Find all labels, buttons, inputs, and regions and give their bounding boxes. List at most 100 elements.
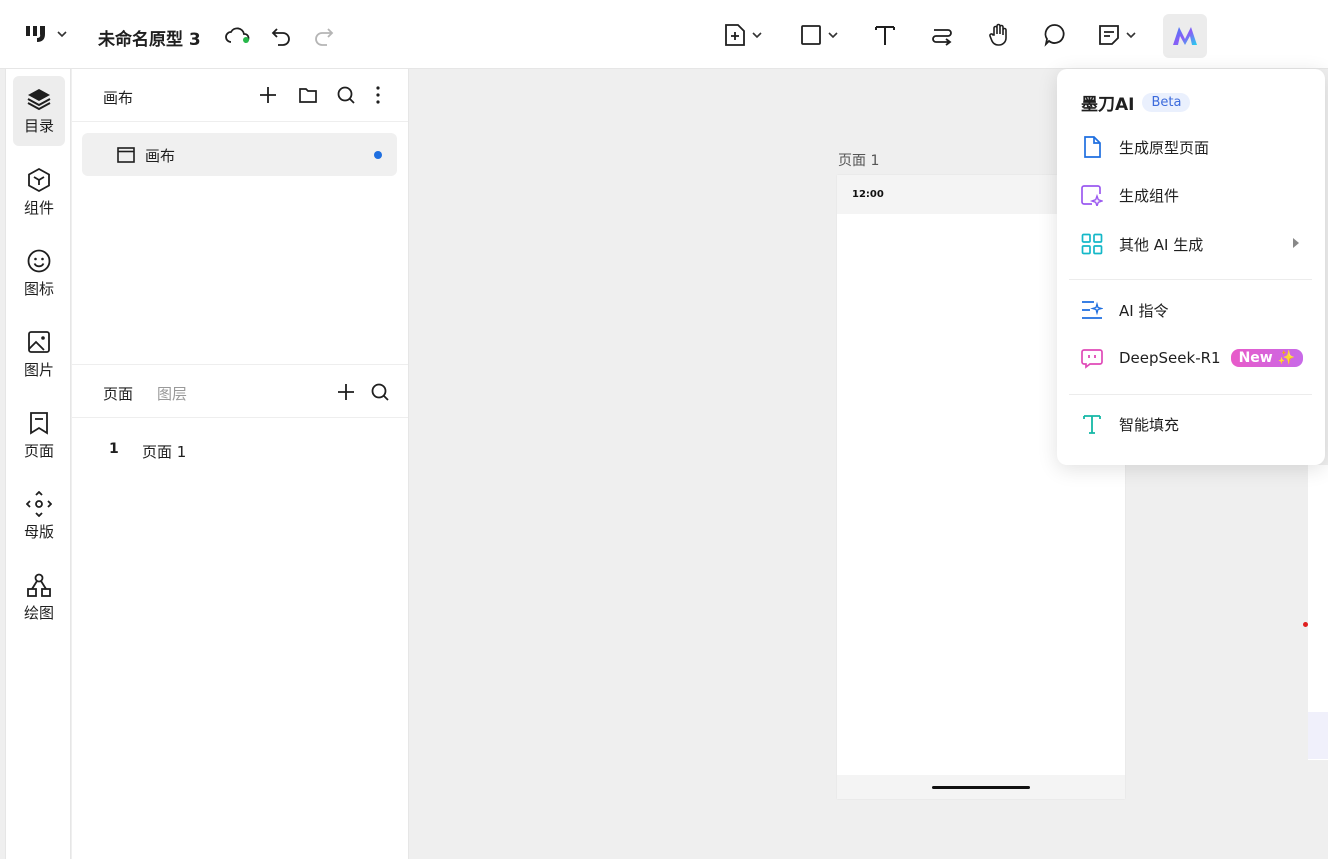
rail-label: 目录 — [23, 116, 54, 135]
rail-item-images[interactable]: 图片 — [13, 319, 65, 389]
sparkle-component-icon — [1081, 185, 1103, 206]
master-icon — [26, 490, 52, 517]
ai-dropdown-menu: 墨刀AI Beta 生成原型页面 生成组件 其他 AI 生成 AI 指令 Dee… — [1057, 69, 1325, 465]
active-dot — [374, 151, 382, 159]
menu-item-label: 生成组件 — [1119, 186, 1180, 205]
offscreen-artboard-footer — [1308, 712, 1328, 759]
beta-badge: Beta — [1142, 93, 1191, 112]
image-icon — [28, 330, 50, 353]
left-nav-rail: 目录 组件 图标 图片 页面 母版 绘图 — [5, 69, 71, 859]
menu-item-generate-component[interactable]: 生成组件 — [1081, 180, 1311, 210]
home-indicator — [932, 786, 1030, 789]
pages-section-header: 页面 图层 — [72, 364, 408, 418]
ai-menu-button[interactable] — [1163, 14, 1207, 58]
text-icon — [875, 26, 895, 45]
rail-item-pages[interactable]: 页面 — [13, 400, 65, 470]
undo-icon[interactable] — [270, 25, 292, 47]
plus-icon[interactable] — [336, 382, 356, 402]
text-fill-icon — [1083, 415, 1101, 434]
search-icon[interactable] — [336, 85, 356, 105]
top-toolbar: 未命名原型 3 — [0, 0, 1328, 69]
chevron-down-icon — [57, 31, 67, 38]
rectangle-icon — [801, 25, 821, 45]
artboard-label[interactable]: 页面 1 — [838, 150, 879, 170]
document-icon — [1084, 136, 1101, 158]
folder-icon[interactable] — [298, 85, 318, 105]
comment-icon — [1044, 24, 1065, 47]
canvas-item-label: 画布 — [145, 147, 176, 165]
chat-bot-icon — [1081, 349, 1103, 369]
status-time: 12:00 — [852, 189, 884, 200]
chevron-down-icon — [828, 32, 838, 39]
chevron-down-icon — [1126, 32, 1136, 39]
ai-logo-icon — [1173, 27, 1197, 45]
diagram-icon — [27, 573, 51, 597]
canvas-section-header: 画布 — [72, 69, 408, 122]
page-list-item[interactable]: 1 页面 1 — [72, 434, 408, 466]
menu-item-other-ai[interactable]: 其他 AI 生成 — [1081, 229, 1311, 259]
menu-item-label: 生成原型页面 — [1119, 138, 1210, 157]
menu-item-smart-fill[interactable]: 智能填充 — [1081, 409, 1311, 439]
rail-item-components[interactable]: 组件 — [13, 157, 65, 227]
chevron-down-icon — [752, 32, 762, 39]
rail-item-catalog[interactable]: 目录 — [13, 76, 65, 146]
rail-item-drawing[interactable]: 绘图 — [13, 562, 65, 632]
tab-layers[interactable]: 图层 — [157, 383, 187, 404]
text-tool[interactable] — [873, 22, 897, 48]
rail-label: 母版 — [23, 522, 54, 541]
rail-label: 图标 — [23, 279, 54, 298]
new-badge: New ✨ — [1230, 349, 1304, 367]
note-tool[interactable] — [1097, 22, 1137, 48]
window-icon — [117, 147, 135, 163]
note-icon — [1099, 25, 1119, 45]
modao-logo-icon — [26, 26, 45, 42]
more-vertical-icon[interactable] — [368, 85, 388, 105]
rail-label: 页面 — [23, 441, 54, 460]
hand-icon — [989, 23, 1007, 46]
rail-label: 组件 — [23, 198, 54, 217]
cloud-sync-icon[interactable] — [224, 25, 252, 47]
connector-tool[interactable] — [930, 22, 954, 48]
document-title[interactable]: 未命名原型 3 — [98, 25, 201, 50]
comment-tool[interactable] — [1043, 22, 1067, 48]
menu-item-deepseek[interactable]: DeepSeek-R1 New ✨ — [1081, 343, 1311, 373]
section-title: 画布 — [103, 89, 134, 107]
menu-divider — [1069, 394, 1312, 395]
directory-panel: 画布 画布 页面 图层 1 页面 1 — [72, 69, 409, 859]
page-number: 1 — [109, 441, 119, 457]
menu-item-generate-page[interactable]: 生成原型页面 — [1081, 132, 1311, 162]
ai-menu-header: 墨刀AI Beta — [1081, 90, 1191, 115]
marker-dot — [1303, 622, 1308, 627]
page-name: 页面 1 — [142, 443, 187, 461]
menu-item-label: AI 指令 — [1119, 301, 1169, 320]
ai-command-icon — [1082, 301, 1103, 319]
component-icon — [28, 167, 50, 192]
shape-tool[interactable] — [799, 22, 839, 48]
canvas-list-item[interactable]: 画布 — [82, 133, 397, 176]
connector-icon — [932, 29, 952, 46]
smile-icon — [27, 249, 51, 272]
menu-item-label: 智能填充 — [1119, 415, 1180, 434]
page-icon — [30, 411, 48, 435]
menu-item-ai-command[interactable]: AI 指令 — [1081, 295, 1311, 325]
add-page-icon — [725, 24, 745, 46]
layers-icon — [27, 88, 51, 110]
search-icon[interactable] — [370, 382, 390, 402]
app-logo-menu[interactable] — [24, 24, 68, 44]
menu-item-label: 其他 AI 生成 — [1119, 235, 1204, 254]
rail-label: 绘图 — [23, 603, 54, 622]
plus-icon[interactable] — [258, 85, 278, 105]
rail-item-icons[interactable]: 图标 — [13, 238, 65, 308]
rail-label: 图片 — [23, 360, 54, 379]
hand-tool[interactable] — [987, 22, 1011, 48]
home-indicator-area — [837, 775, 1125, 799]
grid-icon — [1081, 233, 1103, 255]
ai-menu-title: 墨刀AI — [1081, 95, 1135, 115]
submenu-arrow-icon — [1293, 238, 1299, 248]
add-page-tool[interactable] — [723, 22, 763, 48]
redo-icon[interactable] — [313, 25, 335, 47]
menu-divider — [1069, 279, 1312, 280]
menu-item-label: DeepSeek-R1 — [1119, 349, 1221, 367]
rail-item-master[interactable]: 母版 — [13, 481, 65, 551]
tab-pages[interactable]: 页面 — [103, 383, 133, 404]
